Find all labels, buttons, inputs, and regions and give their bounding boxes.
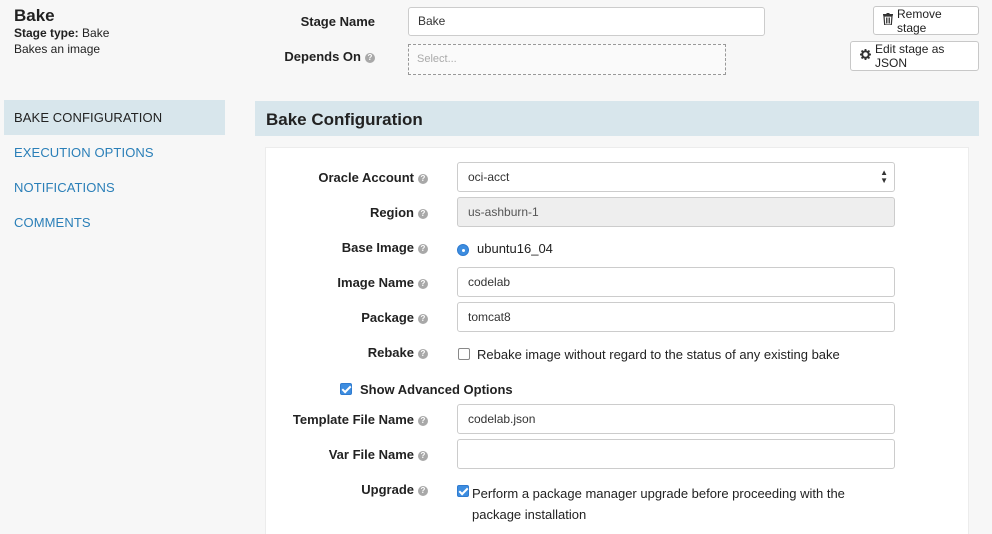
stage-type-label: Stage type: <box>14 26 79 40</box>
help-icon[interactable]: ? <box>418 174 428 184</box>
var-file-name-label: Var File Name? <box>329 447 428 462</box>
show-advanced-options-checkbox[interactable] <box>340 383 352 395</box>
package-input[interactable]: tomcat8 <box>457 302 895 332</box>
template-file-name-label: Template File Name? <box>293 412 428 427</box>
base-image-option-label[interactable]: ubuntu16_04 <box>477 241 553 256</box>
nav-item-bake-configuration[interactable]: BAKE CONFIGURATION <box>4 100 225 135</box>
help-icon[interactable]: ? <box>418 209 428 219</box>
help-icon[interactable]: ? <box>418 244 428 254</box>
upgrade-label-text: Upgrade <box>361 482 414 497</box>
base-image-label-text: Base Image <box>341 240 414 255</box>
help-icon[interactable]: ? <box>418 451 428 461</box>
base-image-label: Base Image? <box>342 240 428 255</box>
depends-on-select[interactable]: Select... <box>408 44 726 75</box>
template-file-name-label-text: Template File Name <box>292 412 414 427</box>
stage-description: Bakes an image <box>14 42 101 56</box>
edit-stage-json-button[interactable]: Edit stage as JSON <box>850 41 979 71</box>
show-advanced-options-label[interactable]: Show Advanced Options <box>360 382 513 397</box>
rebake-checkbox[interactable] <box>458 348 470 360</box>
depends-on-label-text: Depends On <box>284 49 361 64</box>
nav-item-execution-options[interactable]: EXECUTION OPTIONS <box>4 135 225 170</box>
help-icon[interactable]: ? <box>418 486 428 496</box>
nav-item-comments[interactable]: COMMENTS <box>4 205 225 240</box>
var-file-name-input[interactable] <box>457 439 895 469</box>
section-nav: BAKE CONFIGURATION EXECUTION OPTIONS NOT… <box>4 100 225 240</box>
stage-name-input[interactable]: Bake <box>408 7 765 36</box>
remove-stage-label: Remove stage <box>897 6 942 35</box>
rebake-label-text: Rebake <box>367 345 414 360</box>
help-icon[interactable]: ? <box>365 53 375 63</box>
template-file-name-input[interactable]: codelab.json <box>457 404 895 434</box>
remove-stage-button[interactable]: Remove stage <box>873 6 979 35</box>
upgrade-checkbox-label-line2: package installation <box>472 507 587 522</box>
region-label-text: Region <box>369 205 414 220</box>
oracle-account-label: Oracle Account? <box>318 170 428 185</box>
stage-name-label: Stage Name <box>255 14 375 29</box>
trash-icon <box>883 13 893 28</box>
gear-icon <box>860 49 871 63</box>
stage-name-label-text: Stage Name <box>300 14 375 29</box>
oracle-account-value: oci-acct <box>468 170 510 184</box>
upgrade-checkbox[interactable] <box>457 485 469 497</box>
upgrade-checkbox-label[interactable]: Perform a package manager upgrade before… <box>472 483 845 525</box>
stage-type-value: Bake <box>82 26 110 40</box>
rebake-checkbox-label[interactable]: Rebake image without regard to the statu… <box>477 347 840 362</box>
select-arrows-icon: ▲ ▼ <box>880 168 888 185</box>
image-name-label-text: Image Name <box>337 275 414 290</box>
region-field: us-ashburn-1 <box>457 197 895 227</box>
help-icon[interactable]: ? <box>418 279 428 289</box>
var-file-name-label-text: Var File Name <box>328 447 414 462</box>
package-label-text: Package <box>361 310 414 325</box>
nav-item-notifications[interactable]: NOTIFICATIONS <box>4 170 225 205</box>
rebake-label: Rebake? <box>368 345 428 360</box>
stage-type: Stage type: Bake <box>14 26 109 41</box>
upgrade-label: Upgrade? <box>361 482 428 497</box>
edit-stage-json-label: Edit stage as JSON <box>875 42 945 70</box>
help-icon[interactable]: ? <box>418 416 428 426</box>
oracle-account-select[interactable]: oci-acct ▲ ▼ <box>457 162 895 192</box>
image-name-label: Image Name? <box>337 275 428 290</box>
depends-on-label: Depends On? <box>255 49 375 64</box>
package-label: Package? <box>361 310 428 325</box>
image-name-input[interactable]: codelab <box>457 267 895 297</box>
section-title: Bake Configuration <box>255 101 979 136</box>
help-icon[interactable]: ? <box>418 314 428 324</box>
oracle-account-label-text: Oracle Account <box>318 170 414 185</box>
stage-title: Bake <box>14 6 55 25</box>
upgrade-checkbox-label-line1: Perform a package manager upgrade before… <box>472 486 845 501</box>
stage-header: Bake Stage type: Bake Bakes an image <box>14 6 109 57</box>
region-label: Region? <box>370 205 428 220</box>
base-image-radio[interactable] <box>457 244 469 256</box>
help-icon[interactable]: ? <box>418 349 428 359</box>
